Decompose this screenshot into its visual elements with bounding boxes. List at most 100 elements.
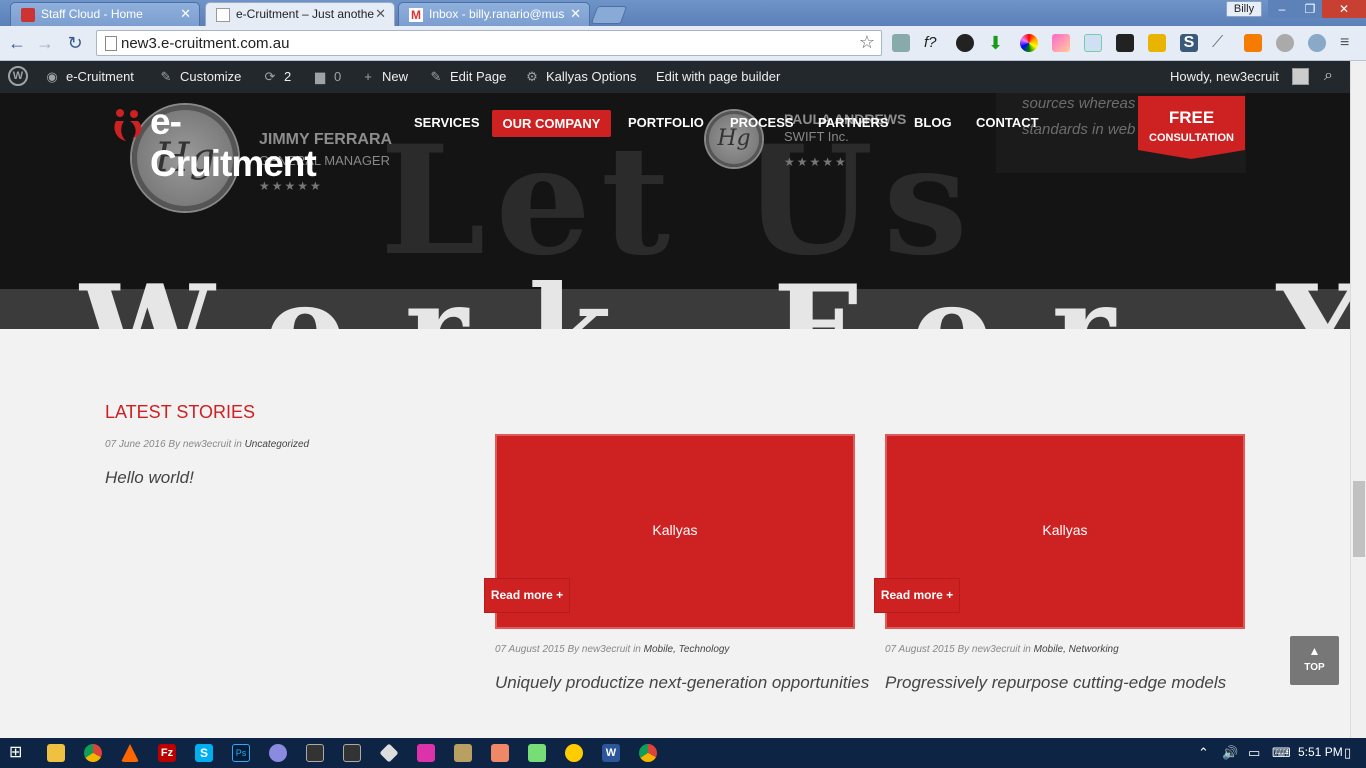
page-builder-link[interactable]: Edit with page builder (656, 69, 780, 84)
chevron-up-icon: ▲ (1308, 644, 1321, 658)
app-icon[interactable] (491, 744, 509, 762)
chrome-menu-icon[interactable]: ≡ (1340, 34, 1358, 52)
new-link[interactable]: + New (360, 69, 408, 84)
close-tab-icon[interactable]: ✕ (180, 6, 191, 22)
chalk-text-bottom: Work For You (80, 259, 1350, 329)
post-meta: 07 June 2016 By new3ecruit in Uncategori… (105, 439, 310, 450)
search-icon[interactable]: ⌕ (1324, 67, 1333, 85)
app-icon[interactable] (454, 744, 472, 762)
terminal-icon[interactable] (306, 744, 324, 762)
app-icon[interactable] (528, 744, 546, 762)
color-wheel-extension-icon[interactable] (1020, 34, 1038, 52)
s-extension-icon[interactable]: S (1180, 34, 1198, 52)
tab-staff-cloud[interactable]: Staff Cloud - Home ✕ (10, 2, 200, 26)
nav-blog[interactable]: BLOG (914, 115, 952, 130)
terminal-icon[interactable] (343, 744, 361, 762)
gear-extension-icon[interactable] (1276, 34, 1294, 52)
back-to-top-button[interactable]: ▲ TOP (1290, 636, 1339, 685)
photoshop-icon[interactable]: Ps (232, 744, 250, 762)
resize-extension-icon[interactable] (1116, 34, 1134, 52)
latest-stories-heading: LATEST STORIES (105, 402, 256, 422)
skype-icon[interactable]: S (195, 744, 213, 762)
url-text[interactable]: new3.e-cruitment.com.au (121, 35, 289, 52)
read-more-button[interactable]: Read more + (875, 579, 959, 612)
howdy-link[interactable]: Howdy, new3ecruit (1170, 69, 1279, 84)
edit-page-link[interactable]: ✎ Edit Page (428, 69, 507, 85)
brush-icon: ✎ (160, 69, 172, 84)
address-bar[interactable]: new3.e-cruitment.com.au ☆ (96, 30, 882, 56)
cloud-extension-icon[interactable] (1308, 34, 1326, 52)
restore-icon[interactable]: ❐ (1296, 0, 1324, 18)
windows-start-icon[interactable]: ⊞ (9, 744, 27, 762)
back-arrow-icon[interactable]: ← (6, 32, 28, 54)
scrollbar-thumb[interactable] (1353, 481, 1365, 557)
hero-chalk-band: Work For You (0, 259, 1350, 329)
file-explorer-icon[interactable] (47, 744, 65, 762)
page-scrollbar[interactable] (1350, 61, 1366, 738)
camera-extension-icon[interactable] (956, 34, 974, 52)
category-link[interactable]: Uncategorized (245, 439, 309, 450)
app-icon[interactable] (417, 744, 435, 762)
user-avatar[interactable] (1292, 68, 1309, 85)
eyedropper-extension-icon[interactable]: ⟋ (1212, 34, 1230, 52)
forward-arrow-icon[interactable]: → (34, 32, 56, 54)
new-tab-button[interactable] (590, 6, 628, 24)
updates-icon: ⟳ (264, 69, 276, 84)
profile-badge[interactable]: Billy (1226, 1, 1262, 17)
nav-contact[interactable]: CONTACT (976, 115, 1039, 130)
close-tab-icon[interactable]: ✕ (570, 6, 581, 22)
category-link[interactable]: Mobile, Technology (644, 644, 730, 655)
gradient-extension-icon[interactable] (1052, 34, 1070, 52)
nav-services[interactable]: SERVICES (414, 115, 480, 130)
app-icon[interactable] (269, 744, 287, 762)
tray-chevron-icon[interactable]: ⌃ (1198, 745, 1209, 761)
nav-portfolio[interactable]: PORTFOLIO (628, 115, 704, 130)
font-extension-icon[interactable]: f? (924, 34, 942, 52)
app-icon[interactable] (565, 744, 583, 762)
word-icon[interactable]: W (602, 744, 620, 762)
window-extension-icon[interactable] (1084, 34, 1102, 52)
close-tab-icon[interactable]: ✕ (375, 6, 386, 22)
gmail-icon: M (409, 8, 423, 22)
logo-text: e-Cruitment (150, 101, 317, 184)
kallyas-options-label: Kallyas Options (546, 69, 637, 84)
customize-label: Customize (180, 69, 242, 84)
action-center-icon[interactable]: ▯ (1344, 745, 1351, 761)
nav-our-company[interactable]: OUR COMPANY (492, 110, 611, 137)
filezilla-icon[interactable]: Fz (158, 744, 176, 762)
nav-partners[interactable]: PARTNERS (818, 115, 889, 130)
post-title-link[interactable]: Progressively repurpose cutting-edge mod… (885, 673, 1226, 693)
post-title-link[interactable]: Hello world! (105, 468, 194, 488)
reload-icon[interactable]: ↻ (64, 32, 86, 54)
hubspot-extension-icon[interactable] (1244, 34, 1262, 52)
kallyas-options-link[interactable]: ⚙ Kallyas Options (524, 69, 636, 85)
download-extension-icon[interactable]: ⬇ (988, 34, 1006, 52)
comments-count: 0 (334, 69, 342, 84)
minimize-icon[interactable]: – (1268, 0, 1296, 18)
site-name-link[interactable]: ◉ e-Cruitment (44, 69, 134, 85)
volume-icon[interactable]: 🔊 (1222, 745, 1238, 761)
nav-process[interactable]: PROCESS (730, 115, 794, 130)
bookmark-star-icon[interactable]: ☆ (859, 32, 875, 53)
comments-link[interactable]: ▆ 0 (312, 69, 341, 85)
updates-link[interactable]: ⟳ 2 (262, 69, 292, 85)
recycle-extension-icon[interactable] (892, 34, 910, 52)
customize-link[interactable]: ✎ Customize (158, 69, 242, 85)
chrome-taskbar-icon[interactable] (639, 744, 657, 762)
tab-inbox[interactable]: M Inbox - billy.ranario@mus ✕ (398, 2, 590, 26)
tab-e-cruitment[interactable]: e-Cruitment – Just anothe ✕ (205, 2, 395, 26)
taskbar-clock[interactable]: 5:51 PM (1298, 745, 1343, 759)
cta-line2: CONSULTATION (1149, 132, 1234, 144)
wordpress-icon[interactable]: W (8, 66, 28, 86)
close-window-icon[interactable]: ✕ (1322, 0, 1366, 18)
ruler-extension-icon[interactable] (1148, 34, 1166, 52)
notification-icon[interactable]: ▭ (1248, 745, 1260, 761)
chrome-taskbar-icon[interactable] (84, 744, 102, 762)
page-icon (216, 8, 230, 22)
gear-icon: ⚙ (526, 69, 538, 84)
category-link[interactable]: Mobile, Networking (1034, 644, 1119, 655)
free-consultation-button[interactable]: FREE CONSULTATION (1138, 96, 1245, 150)
post-title-link[interactable]: Uniquely productize next-generation oppo… (495, 673, 869, 693)
read-more-button[interactable]: Read more + (485, 579, 569, 612)
keyboard-icon[interactable]: ⌨ (1272, 745, 1291, 761)
